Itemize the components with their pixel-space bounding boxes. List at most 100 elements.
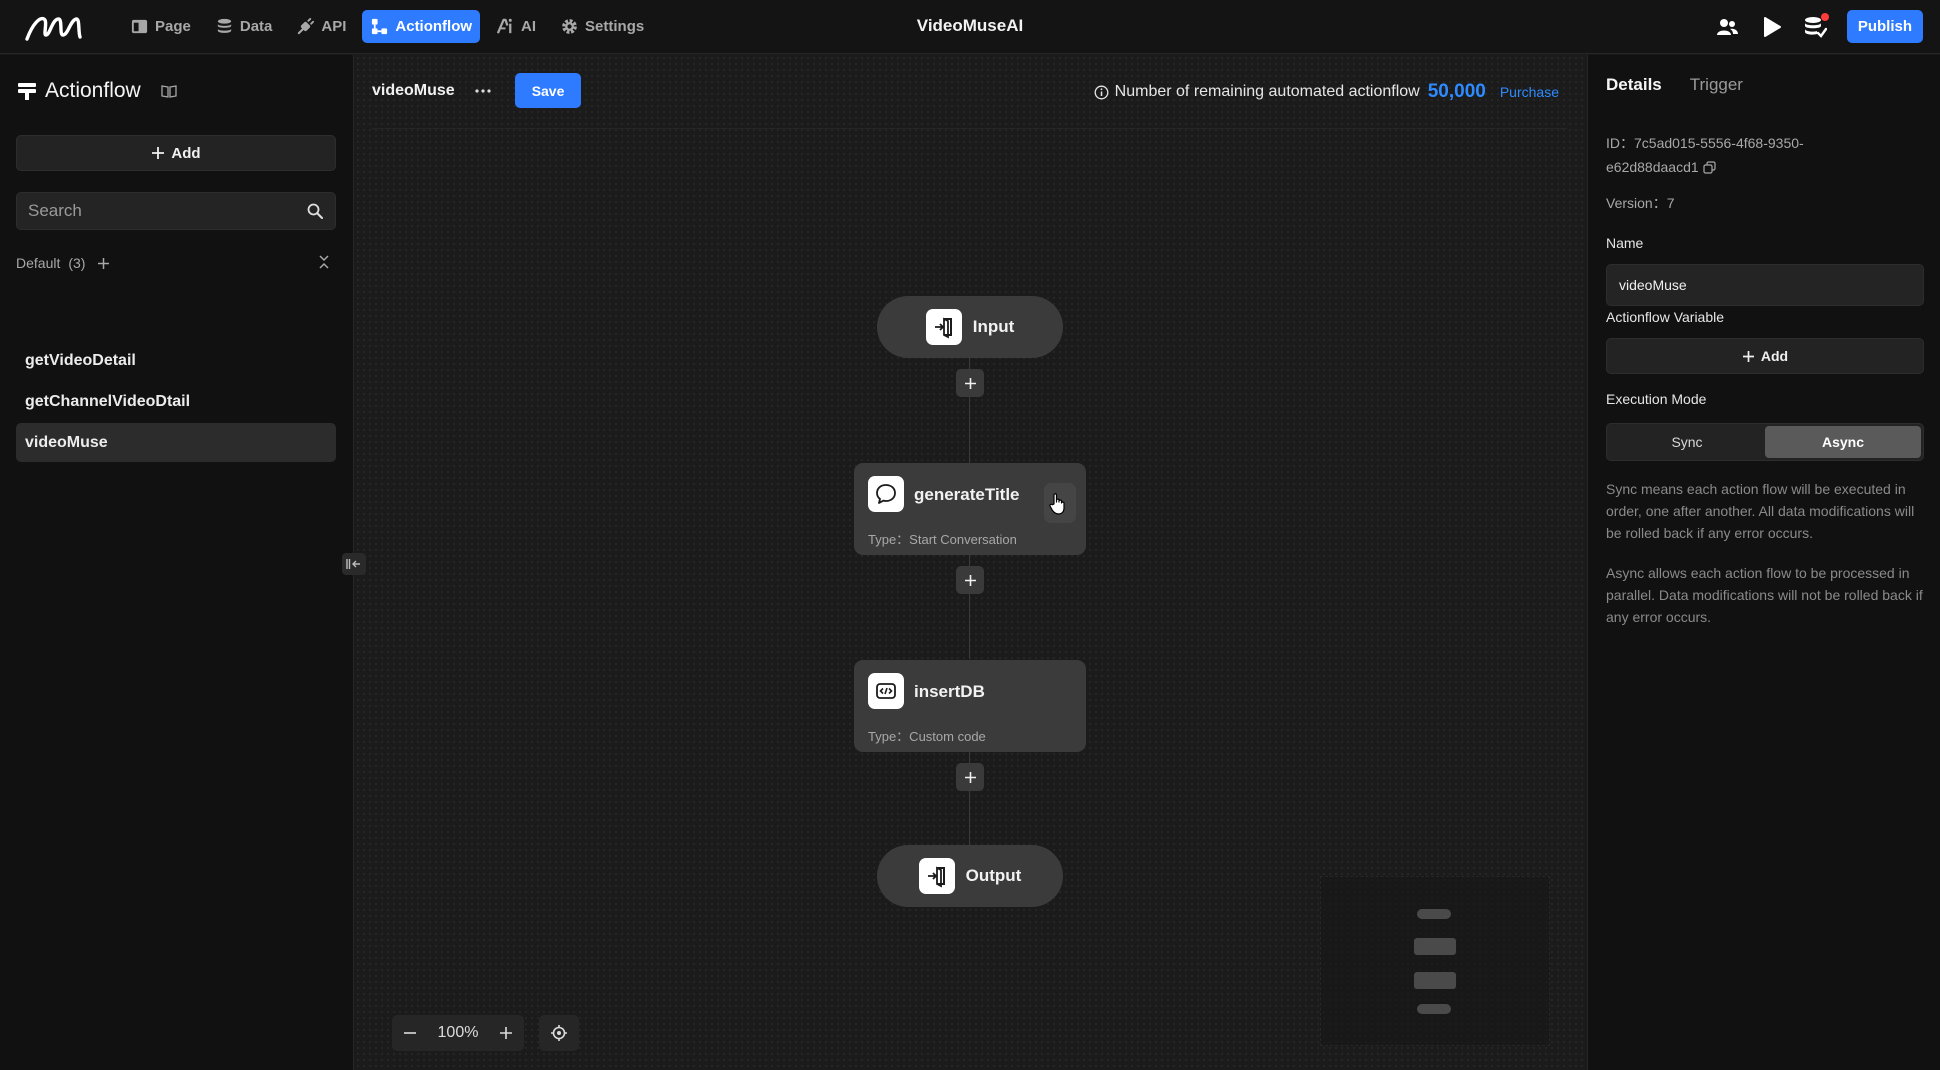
canvas-toolbar: videoMuse Save (372, 73, 582, 108)
purchase-link[interactable]: Purchase (1500, 84, 1559, 100)
logo-icon[interactable] (24, 11, 82, 43)
flow-name: videoMuse (372, 81, 455, 99)
list-item[interactable]: getVideoDetail (16, 341, 336, 380)
header-actions: Publish (1715, 10, 1923, 43)
collapse-icon[interactable] (318, 255, 330, 269)
node-name: Input (972, 317, 1015, 336)
add-step-button[interactable] (956, 763, 984, 791)
async-description: Async allows each action flow to be proc… (1606, 565, 1923, 625)
nav-settings[interactable]: Settings (552, 10, 652, 43)
output-node-icon (918, 858, 955, 894)
search-box (16, 192, 336, 230)
top-bar: Page Data API Actionflow AI Settings Vid… (0, 0, 1940, 54)
group-name: Default (16, 255, 61, 271)
book-icon[interactable] (161, 84, 177, 98)
collapse-left-icon (346, 559, 360, 569)
more-icon[interactable] (475, 88, 491, 93)
mode-sync[interactable]: Sync (1609, 426, 1765, 458)
minimap-node (1417, 909, 1451, 919)
nav-page[interactable]: Page (122, 10, 199, 43)
list-item[interactable]: getChannelVideoDtail (16, 382, 336, 421)
nav-data[interactable]: Data (207, 10, 281, 43)
actionflow-icon (18, 83, 36, 100)
add-label: Add (171, 144, 201, 162)
nav-api[interactable]: API (288, 10, 354, 43)
code-icon (868, 673, 904, 709)
crosshair-icon (551, 1025, 567, 1041)
copy-icon[interactable] (1703, 161, 1716, 174)
nav-actionflow[interactable]: Actionflow (362, 10, 481, 43)
insert-db-node[interactable]: insertDB Type：Custom code (854, 660, 1086, 752)
sync-description: Sync means each action flow will be exec… (1606, 481, 1915, 541)
minimap-node (1414, 938, 1456, 955)
add-step-button[interactable] (956, 369, 984, 397)
database-check-icon[interactable] (1803, 12, 1829, 39)
users-icon[interactable] (1715, 15, 1739, 39)
nav-ai[interactable]: AI (488, 10, 544, 43)
nav-label: Data (239, 18, 273, 35)
chat-bubble-icon (868, 476, 904, 512)
main-nav: Page Data API Actionflow AI Settings (122, 10, 652, 43)
info-icon (1094, 85, 1109, 99)
ai-icon (496, 18, 512, 34)
minimap-node (1417, 1004, 1451, 1014)
tab-trigger[interactable]: Trigger (1690, 75, 1743, 95)
sidebar-collapse-button[interactable] (342, 553, 366, 575)
add-actionflow-button[interactable]: Add (16, 135, 336, 171)
plus-icon (152, 147, 165, 159)
minimap[interactable] (1320, 876, 1550, 1046)
notification-dot (1820, 12, 1829, 21)
zoom-in-icon[interactable] (499, 1026, 513, 1040)
zoom-out-icon[interactable] (403, 1026, 417, 1040)
play-icon[interactable] (1759, 15, 1783, 39)
list-item[interactable]: videoMuse (16, 423, 336, 462)
remaining-count: 50,000 (1427, 81, 1486, 102)
input-node[interactable]: Input (877, 296, 1063, 358)
add-variable-button[interactable]: Add (1606, 338, 1924, 374)
plug-icon (298, 17, 315, 35)
search-input[interactable] (17, 193, 297, 229)
save-button[interactable]: Save (514, 73, 582, 108)
nav-label: Page (155, 18, 191, 35)
output-node[interactable]: Output (877, 845, 1063, 907)
group-default[interactable]: Default (3) (16, 253, 336, 273)
actionflow-sidebar: Actionflow Add Default (3) getVideoDetai… (0, 55, 354, 1070)
node-hover-action[interactable] (1044, 483, 1076, 523)
remaining-text: Number of remaining automated actionflow (1114, 83, 1420, 100)
id-line: e62d88daacd1 (1606, 159, 1699, 175)
variable-label: Actionflow Variable (1606, 309, 1725, 325)
actionflow-list: getVideoDetail getChannelVideoDtail vide… (16, 341, 336, 464)
node-type: Type：Start Conversation (868, 532, 1017, 547)
node-name: insertDB (914, 682, 985, 701)
nav-label: API (321, 18, 347, 35)
fit-view-button[interactable] (539, 1015, 579, 1051)
details-panel: Details Trigger ID：7c5ad015-5556-4f68-93… (1587, 55, 1940, 1070)
tab-details[interactable]: Details (1606, 75, 1662, 95)
publish-button[interactable]: Publish (1846, 10, 1923, 43)
generate-title-node[interactable]: generateTitle Type：Start Conversation (854, 463, 1086, 555)
plus-icon (1742, 350, 1754, 362)
id-line: ID：7c5ad015-5556-4f68-9350- (1606, 135, 1804, 151)
page-icon (131, 19, 148, 34)
name-label: Name (1606, 235, 1644, 251)
execution-mode-label: Execution Mode (1606, 391, 1707, 407)
add-label: Add (1760, 348, 1789, 364)
divider (372, 128, 1567, 129)
name-input[interactable] (1606, 264, 1924, 306)
zoom-control: 100% (392, 1015, 524, 1051)
sidebar-title: Actionflow (45, 79, 141, 102)
add-group-item-icon[interactable] (97, 257, 110, 270)
plus-icon (964, 574, 976, 586)
flow-version: Version：7 (1606, 195, 1675, 211)
add-step-button[interactable] (956, 566, 984, 594)
flow-id: ID：7c5ad015-5556-4f68-9350- e62d88daacd1 (1606, 131, 1804, 179)
panel-tabs: Details Trigger (1606, 75, 1743, 95)
sidebar-header: Actionflow (17, 79, 177, 103)
search-icon[interactable] (307, 203, 323, 219)
plus-icon (964, 377, 976, 389)
execution-mode-toggle: Sync Async (1606, 423, 1924, 461)
group-count: (3) (68, 255, 86, 271)
node-name: generateTitle (914, 485, 1020, 504)
mode-async[interactable]: Async (1765, 426, 1921, 458)
plus-icon (964, 771, 976, 783)
